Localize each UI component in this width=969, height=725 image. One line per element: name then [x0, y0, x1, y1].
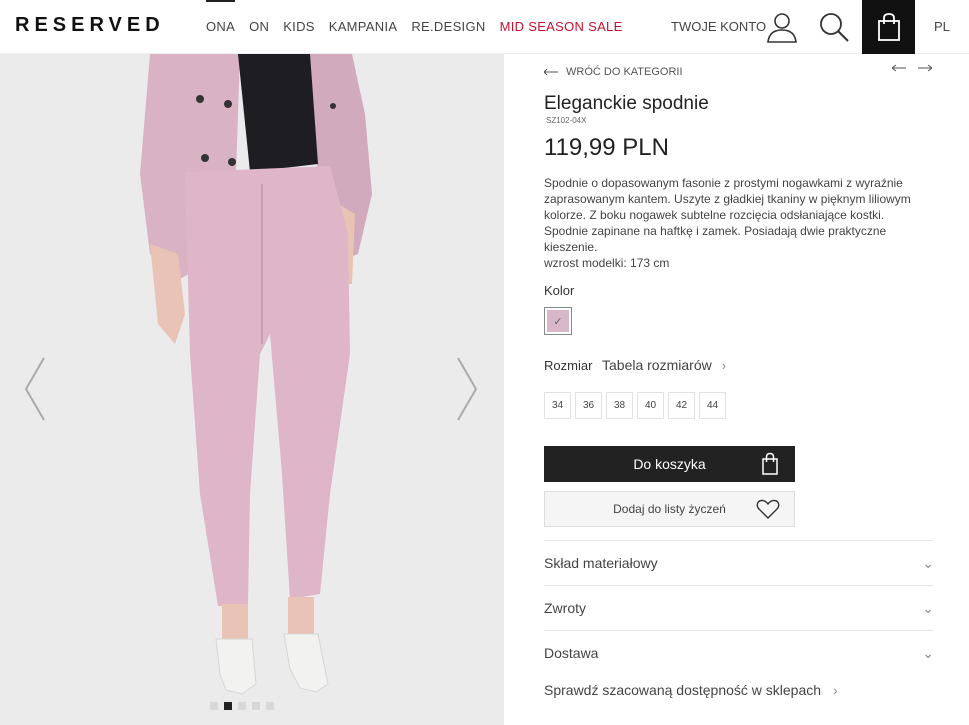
main-nav: ONA ON KIDS KAMPANIA RE.DESIGN MID SEASO… [206, 0, 637, 54]
shopping-bag-icon [878, 13, 900, 41]
accordion-label: Skład materiałowy [544, 555, 658, 571]
availability-label: Sprawdź szacowaną dostępność w sklepach [544, 682, 822, 698]
size-options: 34 36 38 40 42 44 [544, 392, 726, 419]
size-option[interactable]: 42 [668, 392, 695, 419]
size-table-label: Tabela rozmiarów [602, 357, 712, 373]
nav-item-kids[interactable]: KIDS [283, 0, 315, 54]
gallery-dot[interactable] [238, 702, 246, 710]
nav-item-on[interactable]: ON [249, 0, 269, 54]
chevron-right-icon: › [721, 357, 727, 373]
cart-button[interactable] [862, 0, 915, 54]
left-shoe [215, 638, 257, 695]
next-product-icon[interactable] [918, 64, 932, 72]
chevron-right-icon: › [833, 682, 838, 698]
color-swatch-selected[interactable]: ✓ [544, 307, 572, 335]
back-label: WRÓĆ DO KATEGORII [566, 66, 683, 78]
search-icon[interactable] [816, 9, 852, 45]
accordion-returns[interactable]: Zwroty ⌄ [544, 585, 934, 630]
store-availability-link[interactable]: Sprawdź szacowaną dostępność w sklepach … [544, 682, 838, 698]
nav-item-ona[interactable]: ONA [206, 0, 236, 54]
gallery-prev-arrow[interactable] [20, 354, 50, 424]
product-photo [140, 54, 372, 695]
model-height: wzrost modelki: 173 cm [544, 256, 670, 270]
size-option[interactable]: 36 [575, 392, 602, 419]
size-option[interactable]: 34 [544, 392, 571, 419]
product-pager [892, 64, 932, 72]
add-to-cart-label: Do koszyka [633, 456, 706, 472]
description-line: Spodnie o dopasowanym fasonie z prostymi… [544, 176, 903, 190]
size-table-link[interactable]: Tabela rozmiarów › [602, 357, 726, 373]
gallery-dot[interactable] [252, 702, 260, 710]
checkmark-icon: ✓ [547, 310, 569, 332]
size-option[interactable]: 40 [637, 392, 664, 419]
add-to-wishlist-button[interactable]: Dodaj do listy życzeń [544, 491, 795, 527]
chevron-down-icon: ⌄ [922, 644, 934, 661]
gallery-dot[interactable] [210, 702, 218, 710]
chevron-down-icon: ⌄ [922, 554, 934, 571]
size-option[interactable]: 38 [606, 392, 633, 419]
gallery-next-arrow[interactable] [452, 354, 482, 424]
size-label: Rozmiar [544, 358, 593, 373]
add-to-cart-button[interactable]: Do koszyka [544, 446, 795, 482]
account-link[interactable]: TWOJE KONTO [671, 0, 766, 54]
description-line: kolorze. Z boku nogawek subtelne rozcięc… [544, 208, 885, 222]
description-line: Spodnie zapinane na haftkę i zamek. Posi… [544, 224, 887, 238]
accordion-delivery[interactable]: Dostawa ⌄ [544, 630, 934, 675]
size-option[interactable]: 44 [699, 392, 726, 419]
gallery-dot-active[interactable] [224, 702, 232, 710]
nav-item-kampania[interactable]: KAMPANIA [329, 0, 398, 54]
color-label: Kolor [544, 283, 575, 298]
add-to-wishlist-label: Dodaj do listy życzeń [613, 502, 726, 516]
trousers [185, 166, 350, 606]
user-icon[interactable] [764, 9, 800, 45]
description-line: kieszenie. [544, 240, 598, 254]
accordion-label: Zwroty [544, 600, 586, 616]
product-description: Spodnie o dopasowanym fasonie z prostymi… [544, 175, 926, 271]
heart-icon [756, 499, 780, 519]
right-shoe [283, 633, 329, 693]
chevron-down-icon: ⌄ [922, 599, 934, 616]
language-selector[interactable]: PL [934, 0, 950, 54]
gallery-pagination [210, 702, 274, 710]
product-price: 119,99 PLN [544, 134, 669, 161]
black-top [238, 54, 318, 172]
shopping-bag-icon [762, 452, 778, 475]
accordion-material[interactable]: Skład materiałowy ⌄ [544, 540, 934, 585]
arrow-left-icon [544, 69, 558, 75]
gallery-dot[interactable] [266, 702, 274, 710]
logo[interactable]: RESERVED [15, 14, 165, 37]
nav-item-redesign[interactable]: RE.DESIGN [411, 0, 485, 54]
product-gallery [0, 54, 504, 725]
description-line: zaprasowanym kantem. Uszyte z gładkiej t… [544, 192, 911, 206]
site-header: RESERVED ONA ON KIDS KAMPANIA RE.DESIGN … [0, 0, 969, 54]
prev-product-icon[interactable] [892, 64, 906, 72]
back-to-category-link[interactable]: WRÓĆ DO KATEGORII [544, 66, 683, 78]
product-title: Eleganckie spodnie [544, 93, 709, 114]
nav-item-sale[interactable]: MID SEASON SALE [500, 0, 623, 54]
product-sku: SZ102-04X [546, 116, 587, 125]
accordion-label: Dostawa [544, 645, 599, 661]
